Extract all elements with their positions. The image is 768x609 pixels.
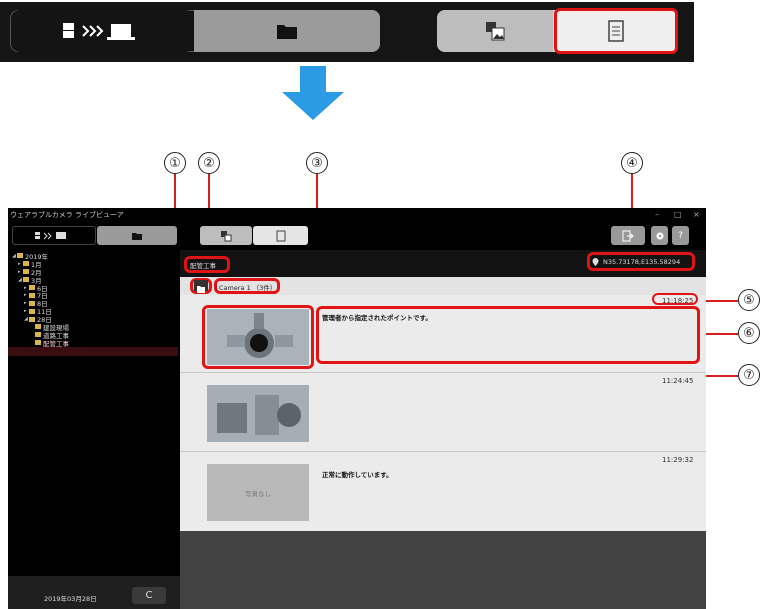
entry-photo[interactable] bbox=[207, 385, 309, 442]
entry-text: 正常に動作しています。 bbox=[322, 471, 393, 479]
location-pin-icon bbox=[592, 258, 599, 266]
tree-item[interactable]: ◢ 28日 bbox=[12, 315, 177, 324]
folder-tab[interactable] bbox=[194, 10, 380, 52]
export-button[interactable] bbox=[611, 226, 645, 245]
entry-text: 管理者から指定されたポイントです。 bbox=[322, 314, 432, 322]
help-icon: ? bbox=[678, 230, 683, 241]
entry-time: 11:24:45 bbox=[662, 377, 694, 385]
callout-7: ⑦ bbox=[738, 364, 760, 386]
tree-item[interactable]: 道路工事 bbox=[12, 331, 177, 340]
inner-folder-tab[interactable] bbox=[97, 226, 177, 245]
photo-view-tab[interactable] bbox=[437, 10, 553, 52]
gear-icon bbox=[656, 232, 663, 239]
tree-item-label: 配管工事 bbox=[43, 339, 69, 348]
folder-icon bbox=[29, 292, 35, 298]
tree-item[interactable]: 配管工事 bbox=[12, 339, 177, 348]
refresh-button[interactable]: C bbox=[132, 587, 166, 604]
camera-to-pc-icon bbox=[35, 231, 66, 239]
folder-icon bbox=[23, 269, 29, 275]
film-photo-icon bbox=[486, 22, 505, 41]
camera-to-pc-icon bbox=[62, 23, 135, 40]
report-view-tab[interactable] bbox=[554, 8, 678, 54]
folder-icon bbox=[35, 340, 41, 346]
entry-divider bbox=[180, 451, 706, 452]
empty-area bbox=[180, 531, 706, 609]
folder-tree: ◢ 2019年 ▸ 1月 ▸ 2月 ◢ 3月 ▸ 6日 ▸ 7日 ▸ 8日 ▸ 11日 ◢ 28日 建設現場 道路工事… bbox=[12, 252, 177, 348]
folder-icon bbox=[197, 286, 205, 293]
entry-photo[interactable] bbox=[207, 309, 309, 365]
callout-1: ① bbox=[164, 152, 186, 174]
callout-4: ④ bbox=[621, 152, 643, 174]
folder-icon bbox=[17, 253, 23, 259]
camera-label: Camera 1 （3件） bbox=[219, 284, 277, 292]
film-photo-icon bbox=[221, 230, 232, 241]
folder-icon bbox=[29, 300, 35, 306]
machine-photo bbox=[207, 385, 309, 442]
callout-6: ⑥ bbox=[738, 322, 760, 344]
inner-transfer-tab[interactable] bbox=[12, 226, 96, 245]
folder-icon bbox=[29, 316, 35, 322]
settings-button[interactable] bbox=[651, 226, 668, 245]
minimize-button[interactable]: – bbox=[655, 210, 659, 219]
inner-photo-view-tab[interactable] bbox=[200, 226, 252, 245]
callout-3: ③ bbox=[306, 152, 328, 174]
maximize-button[interactable]: □ bbox=[674, 210, 682, 219]
folder-icon bbox=[35, 332, 41, 338]
callout-2: ② bbox=[198, 152, 220, 174]
help-button[interactable]: ? bbox=[672, 226, 689, 245]
document-icon bbox=[276, 230, 285, 241]
machine-photo bbox=[207, 309, 309, 365]
folder-icon bbox=[23, 277, 29, 283]
export-icon bbox=[622, 230, 634, 241]
selected-tree-row bbox=[8, 347, 178, 356]
folder-icon bbox=[29, 285, 35, 290]
callout-5: ⑤ bbox=[738, 289, 760, 311]
down-arrow-stem bbox=[300, 66, 326, 92]
inner-report-view-tab[interactable] bbox=[253, 226, 308, 245]
folder-icon bbox=[35, 324, 41, 330]
tree-item[interactable]: 建設現場 bbox=[12, 323, 177, 332]
folder-icon bbox=[132, 232, 142, 240]
down-arrow-head bbox=[282, 92, 344, 120]
transfer-tab[interactable] bbox=[12, 10, 193, 52]
no-photo-placeholder: 写真なし bbox=[207, 464, 309, 521]
entry-divider bbox=[180, 372, 706, 373]
location-readout: N35.73178,E135.58294 bbox=[592, 258, 680, 266]
callout-5-box bbox=[652, 293, 698, 305]
folder-icon bbox=[277, 25, 297, 39]
current-date: 2019年03月28日 bbox=[44, 595, 97, 603]
window-title: ウェアラブルカメラ ライブビューア bbox=[10, 211, 124, 219]
document-icon bbox=[608, 20, 624, 42]
folder-icon bbox=[23, 261, 29, 267]
project-name: 配管工事 bbox=[190, 262, 216, 270]
folder-icon bbox=[29, 308, 35, 314]
entry-time: 11:29:32 bbox=[662, 456, 694, 464]
folder-open-button[interactable] bbox=[194, 280, 208, 293]
location-coordinates: N35.73178,E135.58294 bbox=[603, 258, 681, 266]
close-button[interactable]: × bbox=[693, 210, 700, 219]
